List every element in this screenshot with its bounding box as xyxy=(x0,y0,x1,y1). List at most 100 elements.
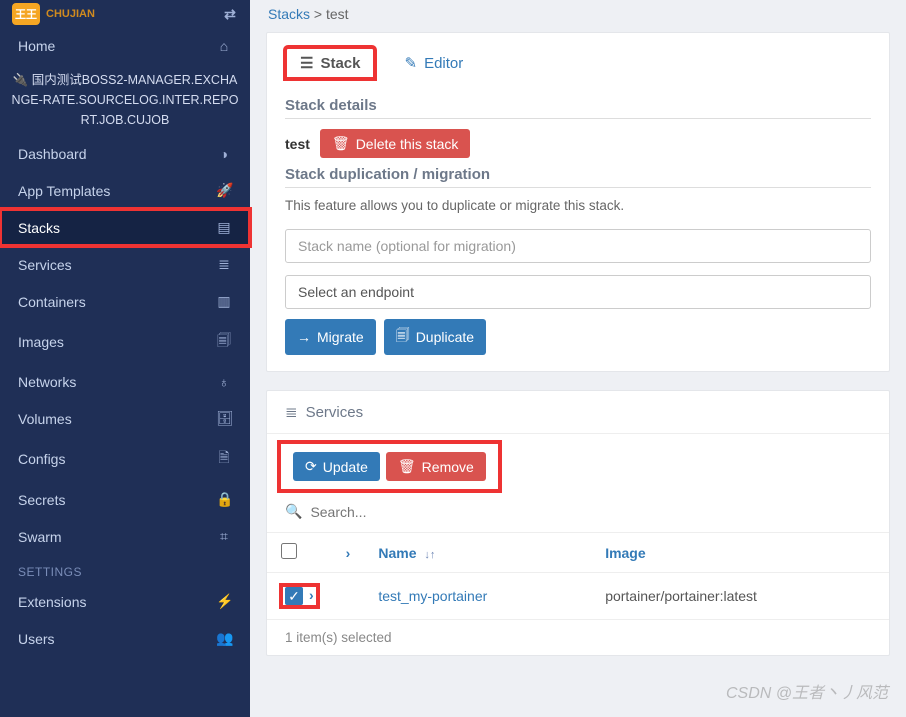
nav-section-settings: SETTINGS xyxy=(0,555,250,583)
nav-volumes[interactable]: Volumes 🗄 xyxy=(0,400,250,437)
duplication-descr: This feature allows you to duplicate or … xyxy=(285,198,871,213)
selection-info: 1 item(s) selected xyxy=(267,619,889,655)
nav-label: Swarm xyxy=(18,529,62,545)
table-row: ✓ › test_my-portainer portainer/portaine… xyxy=(267,573,889,620)
nav-users[interactable]: Users 👥 xyxy=(0,620,250,657)
nav-networks[interactable]: Networks ♁ xyxy=(0,364,250,400)
remove-button[interactable]: 🗑 Remove xyxy=(386,452,486,481)
nav-dashboard[interactable]: Dashboard ◑ xyxy=(0,136,250,172)
search-row: 🔍 xyxy=(267,499,889,532)
dashboard-icon: ◑ xyxy=(216,146,232,162)
update-button[interactable]: ⟳ Update xyxy=(293,452,380,481)
stack-panel: ☰ Stack ✎ Editor Stack details test 🗑 De… xyxy=(266,32,890,372)
nav-label: Secrets xyxy=(18,492,65,508)
nav-label: Services xyxy=(18,257,72,273)
services-heading: Services xyxy=(306,404,364,421)
nav-app-templates[interactable]: App Templates 🚀 xyxy=(0,172,250,209)
stack-name-input[interactable] xyxy=(285,229,871,263)
nav-label: Configs xyxy=(18,451,65,467)
row-checkbox[interactable]: ✓ xyxy=(285,587,303,605)
configs-icon: 🗎 xyxy=(216,447,232,471)
list-icon: ≣ xyxy=(285,403,298,421)
nav-stacks[interactable]: Stacks ▤ xyxy=(0,209,250,246)
nav-services[interactable]: Services ≣ xyxy=(0,246,250,283)
button-label: Remove xyxy=(422,459,474,475)
col-name[interactable]: Name ↓↑ xyxy=(364,533,591,573)
duplicate-button[interactable]: 🗐 Duplicate xyxy=(384,319,486,355)
migrate-button[interactable]: → Migrate xyxy=(285,319,376,355)
nav-label: Extensions xyxy=(18,594,86,610)
search-icon: 🔍 xyxy=(285,503,302,520)
nav-label: Containers xyxy=(18,294,86,310)
service-image: portainer/portainer:latest xyxy=(591,573,889,620)
nav-label: Volumes xyxy=(18,411,72,427)
button-label: Delete this stack xyxy=(356,136,459,152)
button-label: Duplicate xyxy=(416,329,474,345)
button-label: Migrate xyxy=(317,329,364,345)
tab-label: Editor xyxy=(424,55,463,72)
containers-icon: ▥ xyxy=(216,293,232,310)
stack-details-heading: Stack details xyxy=(285,97,871,119)
sort-icon: ↓↑ xyxy=(424,549,435,561)
services-icon: ≣ xyxy=(216,256,232,273)
breadcrumb-parent[interactable]: Stacks xyxy=(268,6,310,22)
volumes-icon: 🗄 xyxy=(216,410,232,427)
breadcrumb: Stacks > test xyxy=(250,0,906,32)
button-label: Update xyxy=(323,459,368,475)
duplication-heading: Stack duplication / migration xyxy=(285,166,871,188)
trash-icon: 🗑 xyxy=(398,458,416,475)
select-all-checkbox[interactable] xyxy=(281,543,297,559)
copy-icon: 🗐 xyxy=(396,325,410,349)
breadcrumb-current: test xyxy=(326,6,349,22)
stack-name: test xyxy=(285,136,310,152)
endpoint-select[interactable]: Select an endpoint xyxy=(285,275,871,309)
nav-swarm[interactable]: Swarm ⌗ xyxy=(0,518,250,555)
sidebar-toggle-icon[interactable]: ⇄ xyxy=(222,6,238,23)
nav-label: Home xyxy=(18,38,55,54)
list-icon: ☰ xyxy=(300,54,313,72)
arrow-right-icon: → xyxy=(297,329,311,345)
secrets-icon: 🔒 xyxy=(216,491,232,508)
tab-editor[interactable]: ✎ Editor xyxy=(389,47,478,79)
tab-label: Stack xyxy=(320,55,360,72)
images-icon: 🗐 xyxy=(216,330,232,354)
endpoint-text: 国内测试BOSS2-MANAGER.EXCHANGE-RATE.SOURCELO… xyxy=(12,73,239,127)
nav-containers[interactable]: Containers ▥ xyxy=(0,283,250,320)
home-icon: ⌂ xyxy=(216,38,232,54)
nav-images[interactable]: Images 🗐 xyxy=(0,320,250,364)
nav-label: Networks xyxy=(18,374,76,390)
tab-stack[interactable]: ☰ Stack xyxy=(285,47,375,79)
service-name-link[interactable]: test_my-portainer xyxy=(378,588,487,604)
refresh-icon: ⟳ xyxy=(305,458,317,475)
swarm-icon: ⌗ xyxy=(216,528,232,545)
nav-label: Stacks xyxy=(18,220,60,236)
plug-icon: 🔌 xyxy=(13,73,29,87)
sidebar: 王王 CHUJIAN ⇄ Home ⌂ 🔌 国内测试BOSS2-MANAGER.… xyxy=(0,0,250,717)
nav-label: Users xyxy=(18,631,55,647)
nav-home[interactable]: Home ⌂ xyxy=(0,28,250,64)
trash-icon: 🗑 xyxy=(332,135,350,152)
rocket-icon: 🚀 xyxy=(216,182,232,199)
extensions-icon: ⚡ xyxy=(216,593,232,610)
search-input[interactable] xyxy=(310,504,871,520)
users-icon: 👥 xyxy=(216,630,232,647)
nav-endpoint[interactable]: 🔌 国内测试BOSS2-MANAGER.EXCHANGE-RATE.SOURCE… xyxy=(0,64,250,136)
tabs: ☰ Stack ✎ Editor xyxy=(267,33,889,91)
services-table: › Name ↓↑ Image ✓ › xyxy=(267,532,889,619)
logo-subtext: CHUJIAN xyxy=(46,8,95,20)
nav-label: App Templates xyxy=(18,183,110,199)
nav-configs[interactable]: Configs 🗎 xyxy=(0,437,250,481)
nav-extensions[interactable]: Extensions ⚡ xyxy=(0,583,250,620)
expand-all-icon[interactable]: › xyxy=(346,545,351,561)
breadcrumb-sep: > xyxy=(314,6,322,22)
nav-secrets[interactable]: Secrets 🔒 xyxy=(0,481,250,518)
select-placeholder: Select an endpoint xyxy=(298,284,414,300)
nav-label: Images xyxy=(18,334,64,350)
networks-icon: ♁ xyxy=(216,374,232,390)
delete-stack-button[interactable]: 🗑 Delete this stack xyxy=(320,129,471,158)
logo: 王王 CHUJIAN ⇄ xyxy=(0,0,250,28)
logo-badge: 王王 xyxy=(12,3,40,25)
pencil-icon: ✎ xyxy=(404,54,417,72)
row-expand-icon[interactable]: › xyxy=(309,587,314,605)
col-image[interactable]: Image xyxy=(591,533,889,573)
